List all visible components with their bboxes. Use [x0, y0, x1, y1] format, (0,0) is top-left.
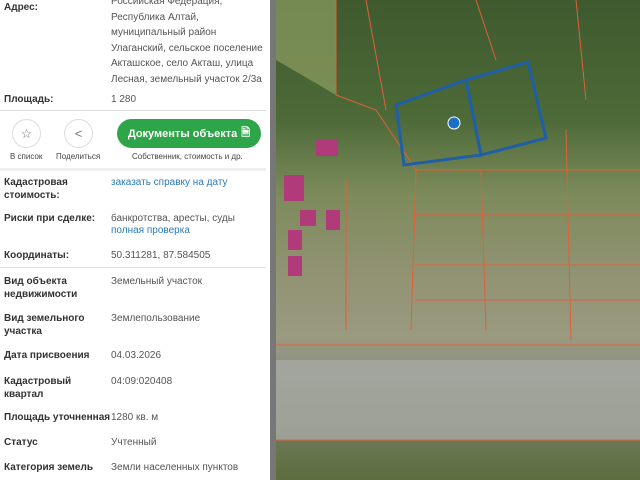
favorite-button[interactable]: ☆	[12, 119, 41, 148]
cadastral-quarter-label: Кадастровый квартал	[4, 376, 72, 400]
deal-risks-label: Риски при сделке:	[4, 213, 96, 224]
documents-button[interactable]: Документы объекта 🗎	[117, 119, 261, 148]
address-value: Российская Федерация, Республика Алтай, …	[111, 0, 263, 85]
specified-area-value: 1280 кв. м	[111, 412, 159, 423]
order-certificate-link[interactable]: заказать справку на дату	[111, 176, 266, 189]
object-type-label: Вид объекта недвижимости	[4, 276, 78, 300]
documents-label: Документы объекта	[127, 127, 238, 140]
road	[276, 360, 640, 440]
satellite-map[interactable]	[276, 0, 640, 480]
coordinates-label: Координаты:	[4, 250, 70, 261]
cadastral-quarter-value: 04:09:020408	[111, 376, 173, 387]
share-label[interactable]: Поделиться	[56, 152, 100, 161]
divider	[0, 110, 266, 111]
cadastral-value-label: Кадастровая стоимость:	[4, 177, 68, 201]
area-value: 1 280	[111, 94, 137, 105]
documents-subtitle: Собственник, стоимость и др.	[132, 152, 243, 161]
assign-date-value: 04.03.2026	[111, 350, 162, 361]
document-icon: 🗎	[241, 127, 251, 139]
divider	[0, 168, 266, 171]
buildings	[284, 140, 340, 276]
field-area	[276, 0, 336, 95]
status-value: Учтенный	[111, 437, 157, 448]
adjacent-parcel[interactable]	[464, 60, 548, 157]
full-check-link[interactable]: полная проверка	[111, 224, 266, 237]
status-label: Статус	[4, 437, 38, 448]
object-type-value: Земельный участок	[111, 276, 203, 287]
property-info-panel: Адрес: Российская Федерация, Республика …	[0, 0, 270, 480]
star-icon: ☆	[20, 125, 33, 141]
specified-area-label: Площадь уточненная	[4, 412, 111, 423]
coordinates-value: 50.311281, 87.584505	[111, 250, 211, 261]
land-type-value: Землепользование	[111, 313, 201, 324]
land-category-label: Категория земель	[4, 462, 93, 473]
land-category-value: Земли населенных пунктов	[111, 462, 239, 473]
assign-date-label: Дата присвоения	[4, 350, 90, 361]
area-label: Площадь:	[4, 94, 54, 105]
address-label: Адрес:	[4, 2, 38, 13]
land-type-label: Вид земельного участка	[4, 313, 85, 337]
share-icon: <	[74, 126, 83, 141]
divider	[0, 267, 266, 268]
location-marker[interactable]	[447, 116, 461, 130]
favorite-label[interactable]: В список	[10, 152, 42, 161]
share-button[interactable]: <	[64, 119, 93, 148]
cadastral-overlay	[276, 0, 640, 441]
